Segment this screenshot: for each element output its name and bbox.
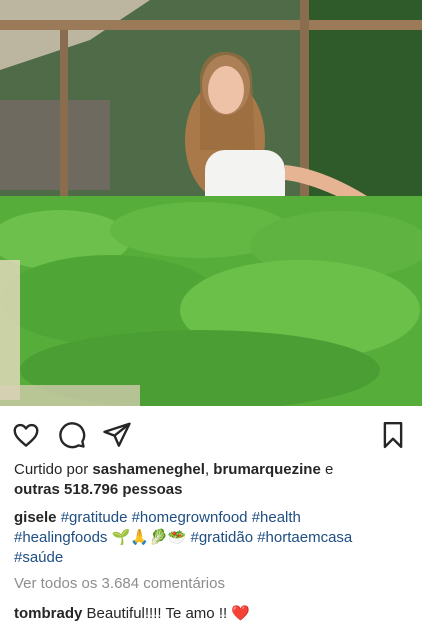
likes-count[interactable]: outras 518.796 pessoas	[14, 481, 182, 498]
comment-row: tombrady Beautiful!!!! Te amo !! ❤️	[0, 604, 422, 624]
liked-by-label: Curtido por	[14, 461, 89, 478]
heart-emoji-icon: ❤️	[231, 605, 251, 622]
caption-username[interactable]: gisele	[14, 509, 57, 526]
hashtag-link[interactable]: #gratitude	[61, 509, 128, 526]
post-photo[interactable]	[0, 0, 422, 406]
comment-username[interactable]: tombrady	[14, 605, 82, 622]
hashtag-link[interactable]: #saúde	[14, 549, 63, 566]
hashtag-link[interactable]: #health	[252, 509, 301, 526]
post-caption: gisele #gratitude #homegrownfood #health…	[0, 508, 422, 568]
liker-separator: ,	[204, 461, 210, 478]
share-paper-plane-icon[interactable]	[102, 420, 132, 450]
liker-username-2[interactable]: brumarquezine	[213, 461, 321, 478]
like-heart-icon[interactable]	[11, 420, 41, 450]
hashtag-link[interactable]: #homegrownfood	[132, 509, 248, 526]
hashtag-link[interactable]: #healingfoods	[14, 529, 107, 546]
likes-summary: Curtido por sashameneghel, brumarquezine…	[0, 460, 422, 500]
comment-text: Beautiful!!!! Te amo !!	[86, 605, 228, 622]
caption-emojis: 🌱🙏🥬🥗	[111, 529, 187, 546]
hashtag-link[interactable]: #hortaemcasa	[257, 529, 352, 546]
likes-and: e	[324, 461, 334, 478]
hashtag-link[interactable]: #gratidão	[190, 529, 253, 546]
save-bookmark-icon[interactable]	[378, 420, 408, 450]
liker-username-1[interactable]: sashameneghel	[92, 461, 205, 478]
post-actions-bar	[0, 406, 422, 458]
photo-illustration	[0, 0, 422, 406]
comment-bubble-icon[interactable]	[57, 420, 87, 450]
view-all-comments-link[interactable]: Ver todos os 3.684 comentários	[0, 574, 422, 594]
